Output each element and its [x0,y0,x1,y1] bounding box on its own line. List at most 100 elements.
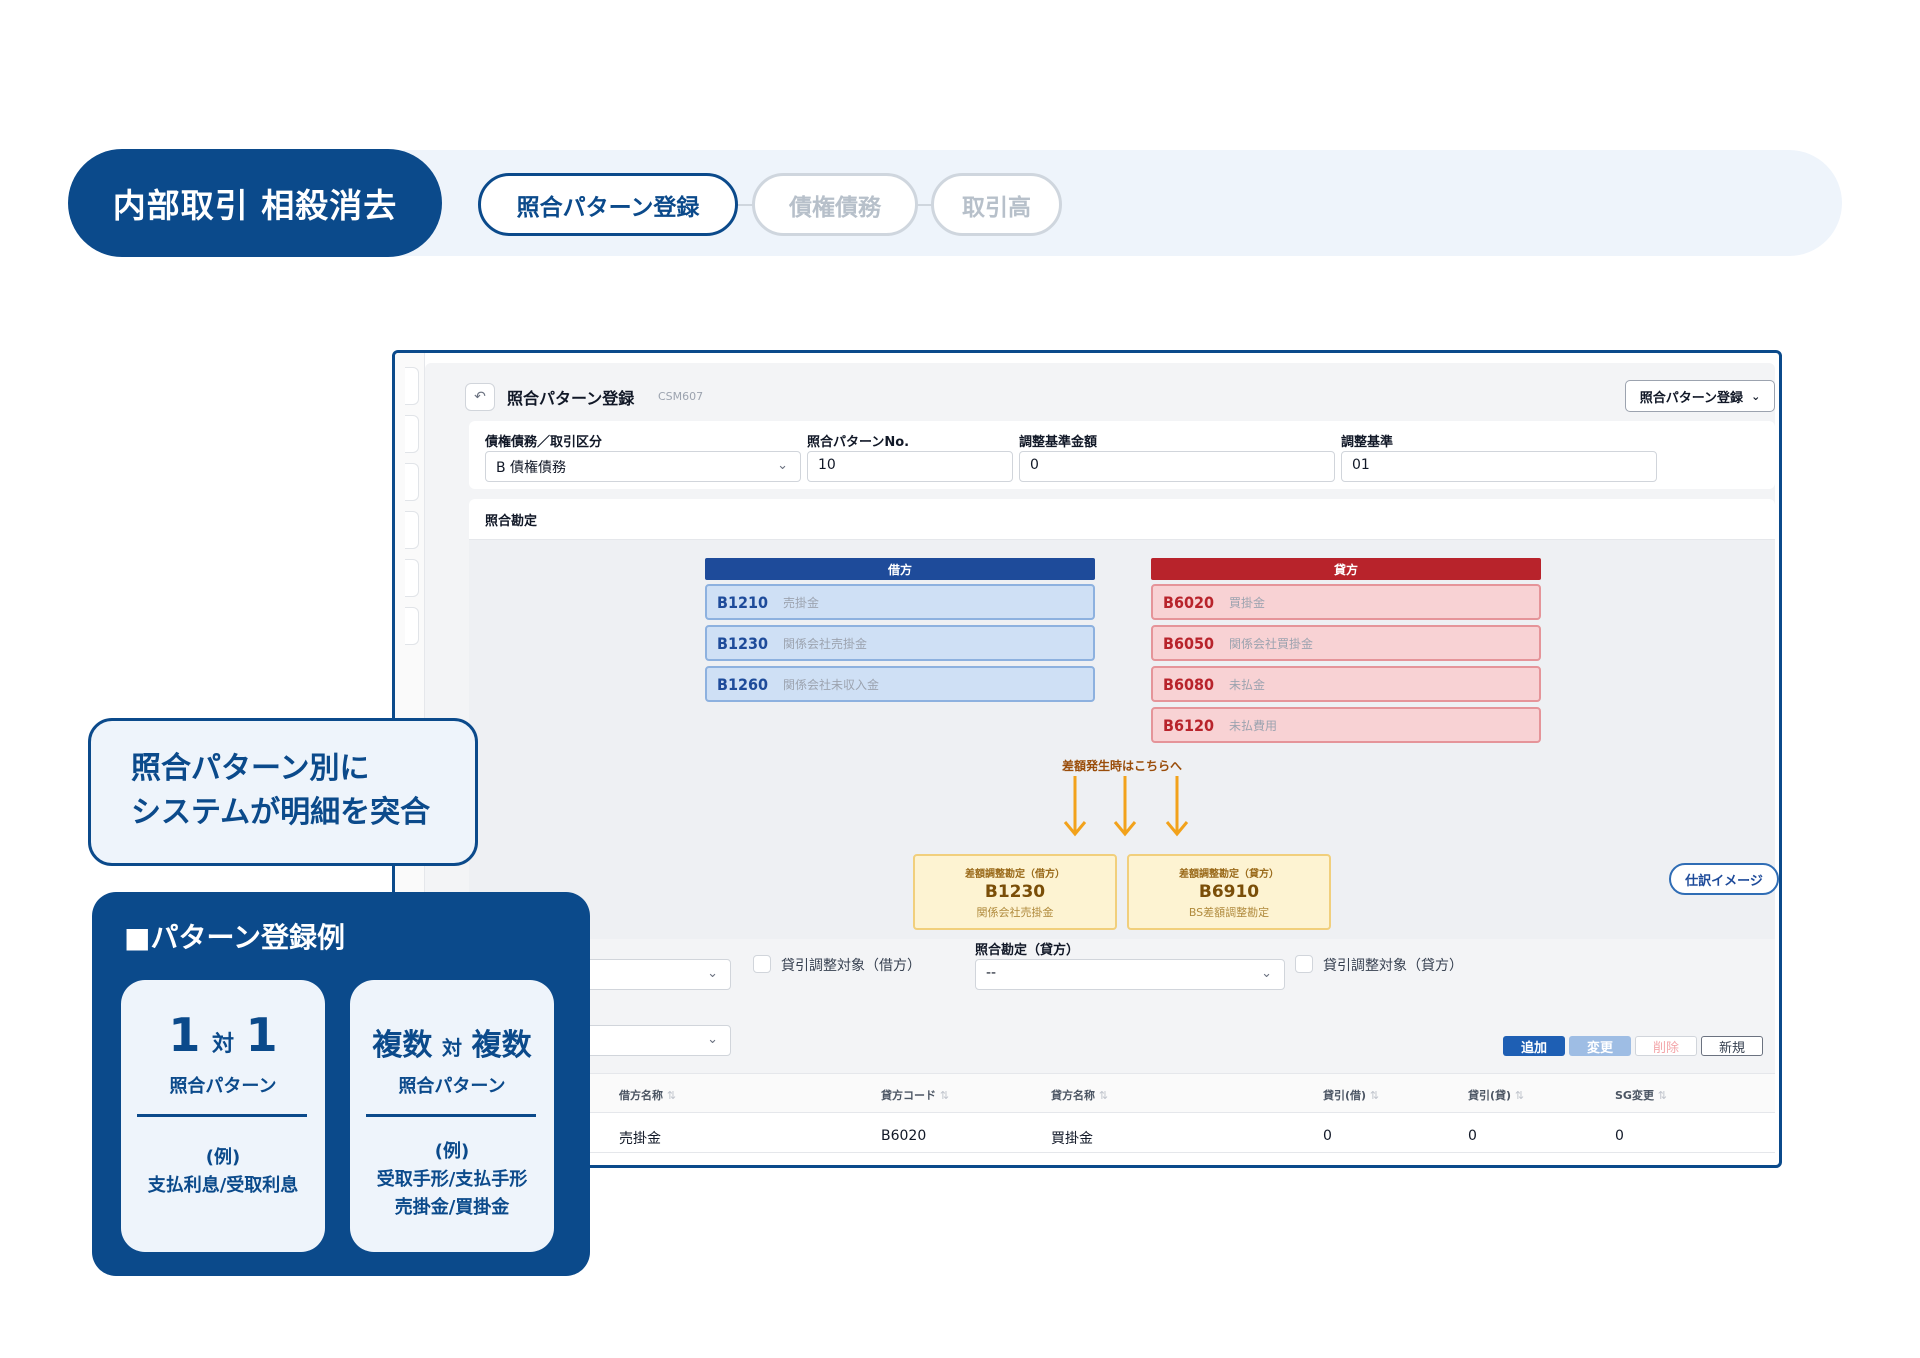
down-arrow-icon [1113,776,1137,837]
grid-column-header[interactable]: 貸方コード ⇅ [881,1087,949,1103]
credit-account-row[interactable]: B6050 関係会社買掛金 [1151,625,1541,661]
debit-header-label: 借方 [887,562,912,577]
table-row[interactable] [469,1113,1775,1153]
grid-column-header[interactable]: 貸方名称 ⇅ [1051,1087,1108,1103]
credit-account-label: 照合勘定（貸方） [975,943,1080,958]
grid-column-header[interactable]: SG変更 ⇅ [1615,1087,1667,1103]
sort-icon: ⇅ [939,1089,950,1102]
example-line: 支払利息/受取利息 [147,1175,299,1196]
debit-header: 借方 [705,558,1095,580]
category-select[interactable]: B 債権債務 ⌄ [485,451,801,482]
adjust-debit-name: 関係会社売掛金 [976,905,1054,919]
grid-column-header[interactable]: 貸引(貸) ⇅ [1468,1087,1524,1103]
grid-column-header[interactable]: 借方名称 ⇅ [619,1087,676,1103]
step-pattern-registration[interactable]: 照合パターン登録 [478,173,738,236]
base-amount-input[interactable]: 0 [1019,451,1335,482]
credit-account-value: -- [986,965,997,981]
credit-adjust-checkbox[interactable] [1295,955,1313,973]
example-card-many-to-many: 複数 対 複数 照合パターン (例) 受取手形/支払手形 売掛金/買掛金 [350,980,554,1252]
grid-cell: 買掛金 [1051,1131,1093,1147]
example-card-one-to-one: 1 対 1 照合パターン (例) 支払利息/受取利息 [121,980,325,1252]
grid-cell: 0 [1615,1128,1624,1144]
feature-callout: 照合パターン別に システムが明細を突合 [88,718,478,866]
credit-account-select[interactable]: -- ⌄ [975,959,1285,990]
account-code: B1260 [717,674,769,694]
undo-icon: ↶ [474,389,486,405]
grid-cell: 0 [1323,1128,1332,1144]
credit-account-row[interactable]: B6020 買掛金 [1151,584,1541,620]
chevron-down-icon: ⌄ [1751,389,1761,403]
account-code: B6020 [1163,592,1215,612]
example-ratio: 1 対 1 [168,1008,278,1062]
account-code: B6120 [1163,715,1215,735]
example-label: (例) [205,1147,241,1168]
category-label: 債権債務／取引区分 [485,435,603,450]
callout-line: 照合パターン別に [131,751,370,786]
account-code: B1230 [717,633,769,653]
credit-account-row[interactable]: B6080 未払金 [1151,666,1541,702]
screen-body: ↶ 照合パターン登録 CSM607 照合パターン登録 ⌄ 債権債務／取引区分 B… [425,363,1779,1165]
change-button[interactable]: 変更 [1569,1036,1631,1056]
app-window: ↶ 照合パターン登録 CSM607 照合パターン登録 ⌄ 債権債務／取引区分 B… [392,350,1782,1168]
debit-adjust-checkbox[interactable] [753,955,771,973]
adjust-debit-box[interactable]: 差額調整勘定（借方） B1230 関係会社売掛金 [913,854,1117,930]
chevron-down-icon: ⌄ [707,966,718,981]
rail-tab[interactable] [405,367,419,405]
rail-tab[interactable] [405,511,419,549]
account-code: B1210 [717,592,769,612]
account-name: 関係会社売掛金 [783,636,868,651]
example-subtitle: 照合パターン [398,1076,506,1097]
category-value: B 債権債務 [496,460,567,476]
rail-tab[interactable] [405,559,419,597]
rail-tab[interactable] [405,415,419,453]
add-button[interactable]: 追加 [1503,1036,1565,1056]
account-code: B6080 [1163,674,1215,694]
debit-account-row[interactable]: B1260 関係会社未収入金 [705,666,1095,702]
debit-account-row[interactable]: B1230 関係会社売掛金 [705,625,1095,661]
account-name: 関係会社買掛金 [1229,636,1314,651]
base-label: 調整基準 [1341,435,1394,450]
adjust-credit-box[interactable]: 差額調整勘定（貸方） B6910 BS差額調整勘定 [1127,854,1331,930]
banner-title: 内部取引 相殺消去 [68,149,442,257]
step-receivables-payables[interactable]: 債権債務 [752,173,918,236]
pattern-no-input[interactable]: 10 [807,451,1013,482]
account-code: B6050 [1163,633,1215,653]
pattern-no-label: 照合パターンNo. [807,435,910,450]
filter-card: 債権債務／取引区分 B 債権債務 ⌄ 照合パターンNo. 10 調整基準金額 0… [469,421,1775,489]
account-name: 売掛金 [783,595,820,610]
sort-icon: ⇅ [1098,1089,1109,1102]
credit-account-row[interactable]: B6120 未払費用 [1151,707,1541,743]
example-line: 受取手形/支払手形 [376,1169,528,1190]
down-arrow-icon [1165,776,1189,837]
mode-select[interactable]: 照合パターン登録 ⌄ [1625,380,1775,412]
match-card-title: 照合勘定 [485,514,538,529]
credit-header: 貸方 [1151,558,1541,580]
base-input[interactable]: 01 [1341,451,1657,482]
example-label: (例) [434,1141,470,1162]
sort-icon: ⇅ [666,1089,677,1102]
delete-button[interactable]: 削除 [1635,1036,1697,1056]
journal-image-button[interactable]: 仕訳イメージ [1669,863,1779,895]
screen-title: 照合パターン登録 [507,389,635,408]
chevron-down-icon: ⌄ [1261,966,1272,981]
rail-tab[interactable] [405,607,419,645]
rail-tab[interactable] [405,463,419,501]
example-line: 売掛金/買掛金 [394,1197,510,1218]
sort-icon: ⇅ [1657,1089,1668,1102]
chevron-down-icon: ⌄ [777,458,788,473]
sort-icon: ⇅ [1369,1089,1380,1102]
adjust-credit-code: B6910 [1198,881,1260,902]
step-transaction-volume[interactable]: 取引高 [931,173,1062,236]
credit-adjust-label: 貸引調整対象（貸方） [1323,958,1463,974]
pattern-examples-panel: ■パターン登録例 1 対 1 照合パターン (例) 支払利息/受取利息 複数 対… [92,892,590,1276]
down-arrow-icon [1063,776,1087,837]
debit-account-row[interactable]: B1210 売掛金 [705,584,1095,620]
back-button[interactable]: ↶ [465,383,495,411]
account-name: 未払費用 [1229,718,1278,733]
adjust-debit-code: B1230 [984,881,1046,902]
grid-column-header[interactable]: 貸引(借) ⇅ [1323,1087,1379,1103]
example-subtitle: 照合パターン [169,1076,277,1097]
debit-adjust-label: 貸引調整対象（借方） [781,958,921,974]
match-diagram: 借方 B1210 売掛金 B1230 関係会社売掛金 B1260 関係会社未収入… [469,539,1779,939]
new-button[interactable]: 新規 [1701,1036,1763,1056]
